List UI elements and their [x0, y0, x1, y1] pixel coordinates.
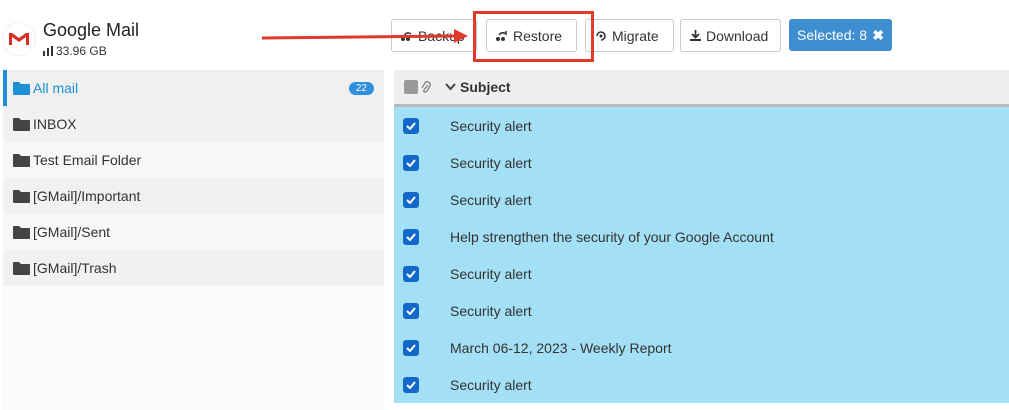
selected-count-label: Selected: 8 [797, 27, 868, 43]
select-all-checkbox[interactable] [404, 80, 418, 94]
row-subject: Security alert [450, 302, 532, 319]
table-row[interactable]: Security alert [394, 144, 1009, 181]
checkmark-icon [406, 158, 416, 167]
annotation-highlight-box [473, 11, 594, 62]
table-row[interactable]: Security alert [394, 107, 1009, 144]
row-checkbox[interactable] [403, 376, 419, 393]
sidebar-item-label: Test Email Folder [33, 152, 142, 168]
attachment-icon [421, 80, 431, 93]
row-subject: Security alert [450, 265, 532, 282]
table-header: Subject [394, 70, 1009, 107]
download-label: Download [706, 27, 769, 44]
folder-icon [13, 190, 30, 203]
bar-chart-icon [43, 46, 53, 56]
sidebar-item-inbox[interactable]: INBOX [3, 106, 384, 142]
table-row[interactable]: Security alert [394, 255, 1009, 292]
row-subject: Security alert [450, 117, 532, 134]
table-row[interactable]: Security alert [394, 366, 1009, 403]
row-checkbox[interactable] [403, 265, 419, 282]
row-subject: Help strengthen the security of your Goo… [450, 228, 774, 245]
sidebar-item-test-email-folder[interactable]: Test Email Folder [3, 142, 384, 178]
gmail-logo-icon [3, 23, 35, 55]
message-table: Subject Security alert Security alert Secu… [394, 70, 1009, 403]
account-title: Google Mail [43, 20, 140, 40]
checkmark-icon [406, 306, 416, 315]
checkmark-icon [406, 195, 416, 204]
download-button[interactable]: Download [680, 19, 781, 52]
checkmark-icon [406, 380, 416, 389]
sidebar-item-important[interactable]: [GMail]/Important [3, 178, 384, 214]
folder-icon [13, 262, 30, 275]
row-subject: March 06-12, 2023 - Weekly Report [450, 339, 672, 356]
migrate-label: Migrate [612, 27, 659, 44]
sidebar-item-label: [GMail]/Important [33, 188, 141, 204]
selected-count-badge[interactable]: Selected: 8 ✖ [789, 19, 892, 51]
table-row[interactable]: Security alert [394, 181, 1009, 218]
table-row[interactable]: Help strengthen the security of your Goo… [394, 218, 1009, 255]
row-checkbox[interactable] [403, 191, 419, 208]
sidebar-item-label: INBOX [33, 116, 77, 132]
row-subject: Security alert [450, 154, 532, 171]
sidebar-item-trash[interactable]: [GMail]/Trash [3, 250, 384, 286]
table-row[interactable]: Security alert [394, 292, 1009, 329]
annotation-arrow [261, 26, 472, 51]
row-checkbox[interactable] [403, 154, 419, 171]
folder-icon [13, 82, 30, 95]
checkmark-icon [406, 343, 416, 352]
storage-size: 33.96 GB [56, 44, 107, 58]
storage-usage: 33.96 GB [43, 44, 107, 58]
checkmark-icon [406, 269, 416, 278]
folder-sidebar: All mail 22 INBOX Test Email Folder [GMa… [3, 70, 384, 286]
folder-icon [13, 118, 30, 131]
chevron-down-icon[interactable] [445, 83, 456, 91]
folder-icon [13, 226, 30, 239]
unread-count-badge: 22 [348, 82, 374, 95]
sidebar-item-label: [GMail]/Sent [33, 224, 111, 240]
checkmark-icon [406, 232, 416, 241]
row-checkbox[interactable] [403, 117, 419, 134]
sidebar-item-label: [GMail]/Trash [33, 260, 117, 276]
row-checkbox[interactable] [403, 339, 419, 356]
migrate-button[interactable]: Migrate [585, 19, 674, 52]
sidebar-item-sent[interactable]: [GMail]/Sent [3, 214, 384, 250]
row-checkbox[interactable] [403, 228, 419, 245]
row-subject: Security alert [450, 376, 532, 393]
download-icon [690, 30, 701, 41]
sidebar-item-all-mail[interactable]: All mail 22 [3, 70, 384, 106]
row-subject: Security alert [450, 191, 532, 208]
migrate-icon [596, 30, 606, 41]
table-row[interactable]: March 06-12, 2023 - Weekly Report [394, 329, 1009, 366]
subject-column-header[interactable]: Subject [460, 79, 511, 95]
sidebar-empty-area [3, 286, 384, 410]
checkmark-icon [406, 121, 416, 130]
clear-selection-icon[interactable]: ✖ [872, 27, 884, 44]
sidebar-item-label: All mail [33, 80, 79, 96]
row-checkbox[interactable] [403, 302, 419, 319]
folder-icon [13, 154, 30, 167]
